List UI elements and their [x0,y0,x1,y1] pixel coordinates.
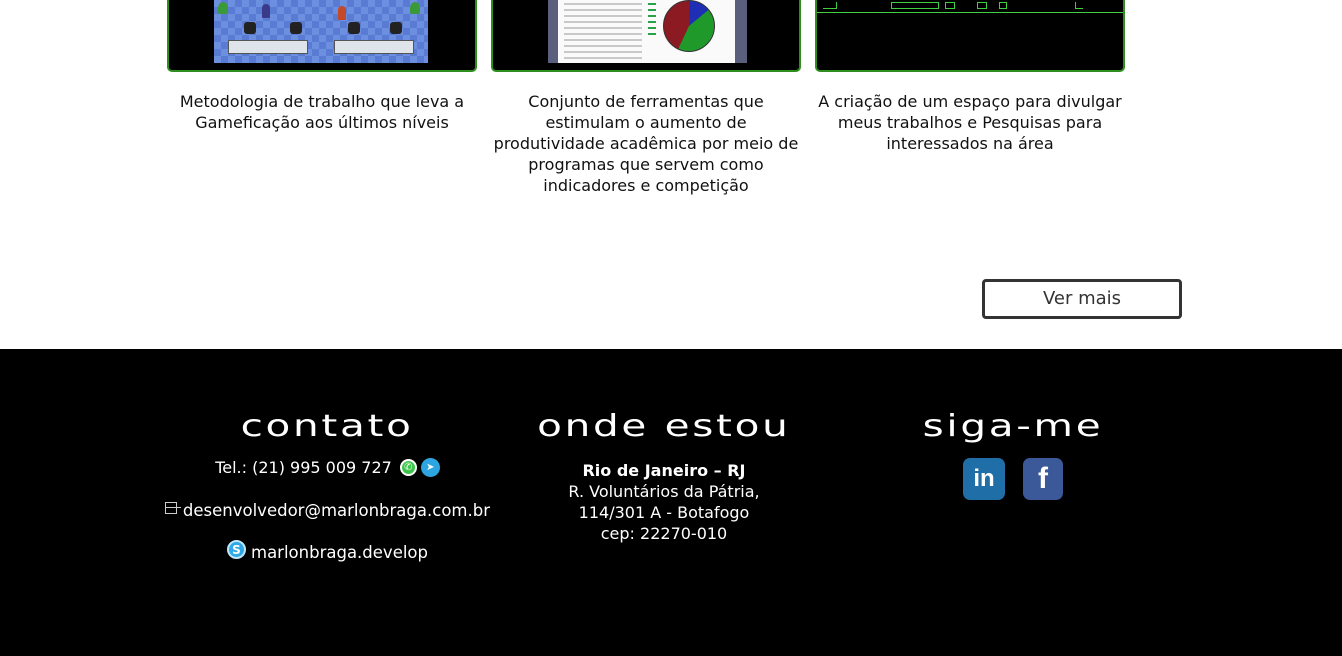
email-row: desenvolvedor@marlonbraga.com.br [165,501,490,520]
stats-report-image [548,0,747,63]
portfolio-card-gamification[interactable]: Metodologia de trabalho que leva a Gamef… [167,0,477,133]
card-description: Metodologia de trabalho que leva a Gamef… [179,92,465,132]
facebook-icon[interactable]: f [1023,458,1063,500]
report-paper [558,0,735,63]
card-thumbnail[interactable] [167,0,477,72]
address-number: 114/301 A - Botafogo [578,503,750,522]
address-block: Rio de Janeiro – RJ R. Voluntários da Pá… [540,460,788,544]
social-links: in f [900,458,1126,500]
chair-sprite [348,22,360,34]
mail-icon [165,501,177,514]
phone-number[interactable]: Tel.: (21) 995 009 727 [215,458,392,477]
skype-link[interactable]: marlonbraga.develop [251,543,428,562]
email-link[interactable]: desenvolvedor@marlonbraga.com.br [183,501,490,520]
skype-icon: S [227,540,246,559]
desk-sprite [228,40,308,54]
card-description: A criação de um espaço para divulgar meu… [818,92,1122,153]
ver-mais-button[interactable]: Ver mais [982,279,1182,319]
location-section: onde estou Rio de Janeiro – RJ R. Volunt… [537,349,791,544]
address-cep: cep: 22270-010 [600,524,728,543]
pie-chart-graphic [663,0,715,52]
phone-row: Tel.: (21) 995 009 727 ✆ ➤ [165,458,490,477]
chair-sprite [244,22,256,34]
skype-row: S marlonbraga.develop [165,540,490,562]
character-sprite [338,6,346,20]
card-thumbnail[interactable] [491,0,801,72]
portfolio-card-productivity[interactable]: Conjunto de ferramentas que estimulam o … [491,0,801,196]
portfolio-card-website[interactable]: A criação de um espaço para divulgar meu… [815,0,1125,154]
card-description: Conjunto de ferramentas que estimulam o … [493,92,799,195]
chair-sprite [390,22,402,34]
footer: contato Tel.: (21) 995 009 727 ✆ ➤ desen… [0,349,1342,656]
social-title: siga-me [922,409,1104,444]
social-section: siga-me in f [900,349,1126,500]
character-sprite [262,4,270,18]
whatsapp-icon[interactable]: ✆ [399,459,417,476]
telegram-icon[interactable]: ➤ [420,458,440,477]
address-city: Rio de Janeiro – RJ [582,461,746,480]
desk-sprite [334,40,414,54]
contact-section: contato Tel.: (21) 995 009 727 ✆ ➤ desen… [165,349,490,562]
linkedin-icon[interactable]: in [963,458,1005,500]
game-office-image [214,0,428,63]
address-street: R. Voluntários da Pátria, [568,482,760,501]
location-title: onde estou [537,409,791,444]
contact-title: contato [240,409,414,444]
card-thumbnail[interactable] [815,0,1125,72]
chair-sprite [290,22,302,34]
wireframe-image [817,0,1123,14]
plant-sprite [218,2,228,14]
plant-sprite [410,2,420,14]
